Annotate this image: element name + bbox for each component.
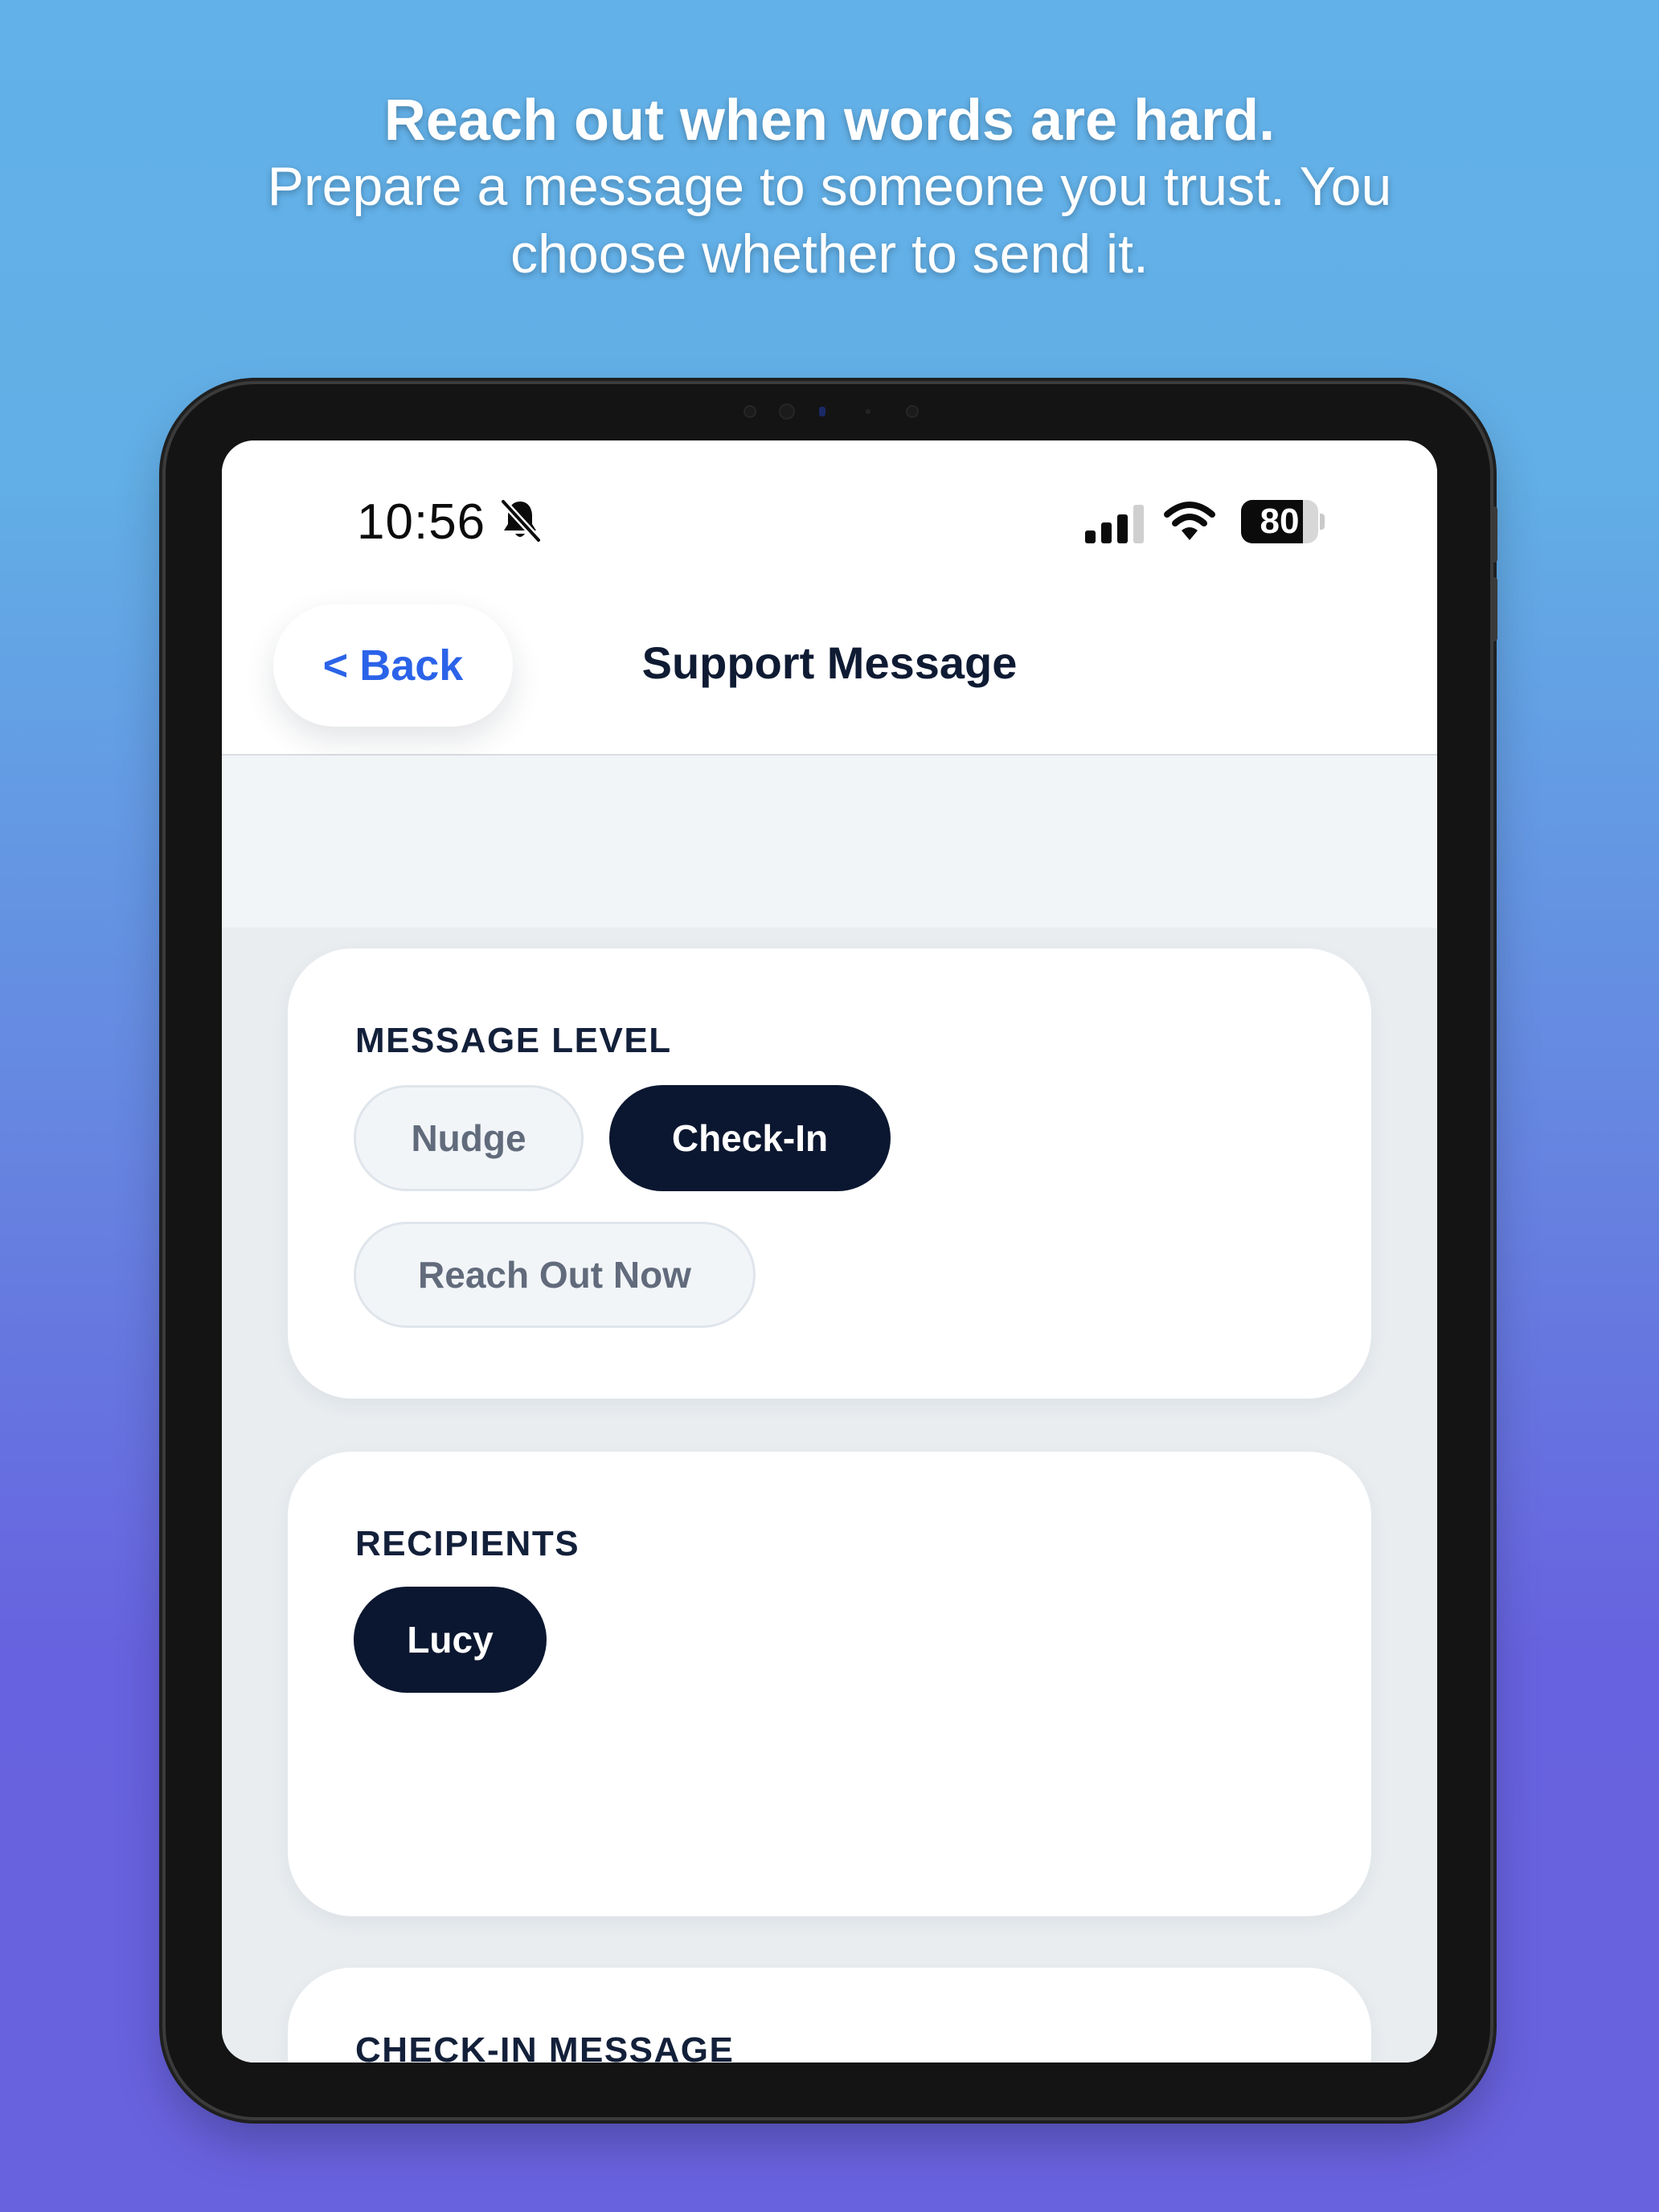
header-spacer	[222, 756, 1437, 931]
recipients-label: RECIPIENTS	[355, 1524, 580, 1563]
sensor-dot	[866, 409, 870, 414]
battery-cap	[1320, 514, 1325, 530]
volume-down-button	[1492, 577, 1497, 641]
promo-headline: Reach out when words are hard.	[383, 88, 1276, 153]
level-option-check-in[interactable]: Check-In	[609, 1085, 891, 1191]
level-option-reach-out-now[interactable]: Reach Out Now	[354, 1222, 756, 1328]
camera-bar	[727, 399, 936, 423]
bell-slash-icon	[499, 498, 542, 543]
battery-percent: 80	[1260, 502, 1300, 541]
recipients-card: RECIPIENTS Lucy	[288, 1452, 1371, 1916]
sensor-dot	[743, 405, 756, 418]
wifi-icon	[1164, 502, 1215, 540]
sensor-dot	[906, 405, 919, 418]
promo-subheadline: Prepare a message to someone you trust. …	[267, 156, 1392, 285]
app-screen: 10:56 80 < Back Support Message MESSAGE …	[222, 440, 1437, 2062]
cellular-signal-icon	[1085, 505, 1144, 543]
volume-up-button	[1492, 506, 1497, 563]
app-header: 10:56 80 < Back Support Message	[222, 440, 1437, 756]
message-level-card: MESSAGE LEVEL Nudge Check-In Reach Out N…	[288, 948, 1371, 1399]
checkin-message-label: CHECK-IN MESSAGE	[355, 2030, 735, 2062]
battery-indicator: 80	[1241, 500, 1325, 543]
checkin-message-card: CHECK-IN MESSAGE	[288, 1968, 1371, 2062]
recipient-chip-lucy[interactable]: Lucy	[354, 1587, 547, 1693]
status-time: 10:56	[357, 494, 486, 550]
message-level-label: MESSAGE LEVEL	[355, 1021, 672, 1060]
camera-lens	[819, 407, 825, 416]
page-title: Support Message	[641, 637, 1018, 688]
level-option-nudge[interactable]: Nudge	[354, 1085, 584, 1191]
camera-icon	[779, 403, 795, 420]
battery-body: 80	[1241, 500, 1318, 543]
